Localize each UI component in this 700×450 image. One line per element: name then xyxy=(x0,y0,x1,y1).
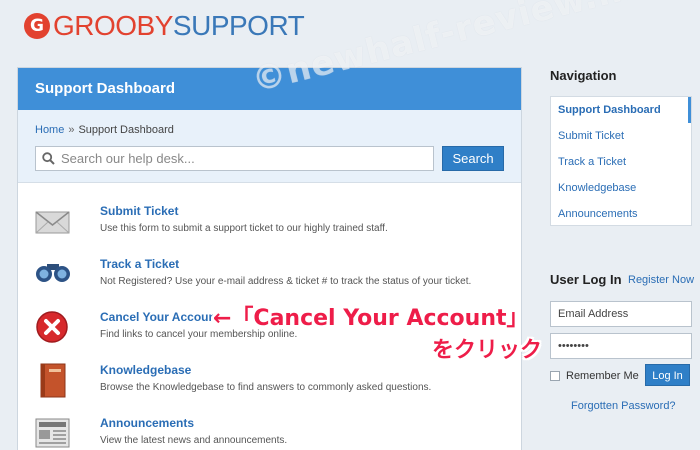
remember-checkbox[interactable] xyxy=(550,371,560,381)
login-button[interactable]: Log In xyxy=(645,364,690,386)
search-input[interactable] xyxy=(61,151,421,166)
search-box[interactable] xyxy=(35,146,435,171)
item-knowledgebase[interactable]: Knowledgebase Browse the Knowledgebase t… xyxy=(35,363,505,413)
book-icon xyxy=(40,363,66,398)
item-title[interactable]: Track a Ticket xyxy=(100,257,179,271)
item-title[interactable]: Cancel Your Account xyxy=(100,310,220,324)
item-title[interactable]: Submit Ticket xyxy=(100,204,178,218)
item-description: Browse the Knowledgebase to find answers… xyxy=(100,382,432,393)
nav-item-support-dashboard[interactable]: Support Dashboard xyxy=(551,97,691,123)
nav-item-announcements[interactable]: Announcements xyxy=(551,201,691,227)
logo-support: SUPPORT xyxy=(172,10,305,41)
nav-item-knowledgebase[interactable]: Knowledgebase xyxy=(551,175,691,201)
grooby-logo-icon: G xyxy=(24,13,50,39)
navigation-heading: Navigation xyxy=(550,68,617,83)
navigation-menu: Support Dashboard Submit Ticket Track a … xyxy=(550,96,692,226)
breadcrumb-current: Support Dashboard xyxy=(78,124,174,136)
search-icon xyxy=(42,152,55,165)
search-row: Search xyxy=(35,146,504,171)
item-description: Use this form to submit a support ticket… xyxy=(100,223,388,234)
breadcrumb-home[interactable]: Home xyxy=(35,124,64,136)
search-button[interactable]: Search xyxy=(442,146,504,171)
brand-logo[interactable]: G GROOBYSUPPORT xyxy=(24,8,305,44)
item-submit-ticket[interactable]: Submit Ticket Use this form to submit a … xyxy=(35,204,505,254)
breadcrumb-separator: » xyxy=(68,124,75,136)
remember-label: Remember Me xyxy=(566,370,639,382)
email-field[interactable]: Email Address xyxy=(550,301,692,327)
support-dashboard-panel: Support Dashboard Home» Support Dashboard… xyxy=(17,67,522,450)
logo-grooby: GROOBY xyxy=(53,10,173,41)
login-heading: User Log In xyxy=(550,272,622,287)
annotation-click-label: をクリック xyxy=(432,338,543,363)
item-title[interactable]: Announcements xyxy=(100,416,194,430)
nav-item-track-ticket[interactable]: Track a Ticket xyxy=(551,149,691,175)
item-description: Not Registered? Use your e-mail address … xyxy=(100,276,472,287)
item-description: View the latest news and announcements. xyxy=(100,435,288,446)
password-field[interactable]: •••••••• xyxy=(550,333,692,359)
forgot-password-link[interactable]: Forgotten Password? xyxy=(571,400,676,412)
annotation-arrow-label: ←「Cancel Your Account」 xyxy=(213,306,529,331)
cancel-icon xyxy=(36,311,68,343)
remember-me[interactable]: Remember Me xyxy=(550,370,639,382)
panel-toolbar: Home » Support Dashboard Search xyxy=(18,110,521,183)
logo-text: GROOBYSUPPORT xyxy=(53,10,305,42)
binoculars-icon xyxy=(36,264,70,282)
item-title[interactable]: Knowledgebase xyxy=(100,363,191,377)
nav-item-submit-ticket[interactable]: Submit Ticket xyxy=(551,123,691,149)
breadcrumb: Home » Support Dashboard xyxy=(35,124,504,140)
panel-title: Support Dashboard xyxy=(18,68,521,110)
envelope-icon xyxy=(35,211,70,234)
item-announcements[interactable]: Announcements View the latest news and a… xyxy=(35,416,505,450)
register-link[interactable]: Register Now xyxy=(628,274,694,286)
newspaper-icon xyxy=(35,418,70,448)
